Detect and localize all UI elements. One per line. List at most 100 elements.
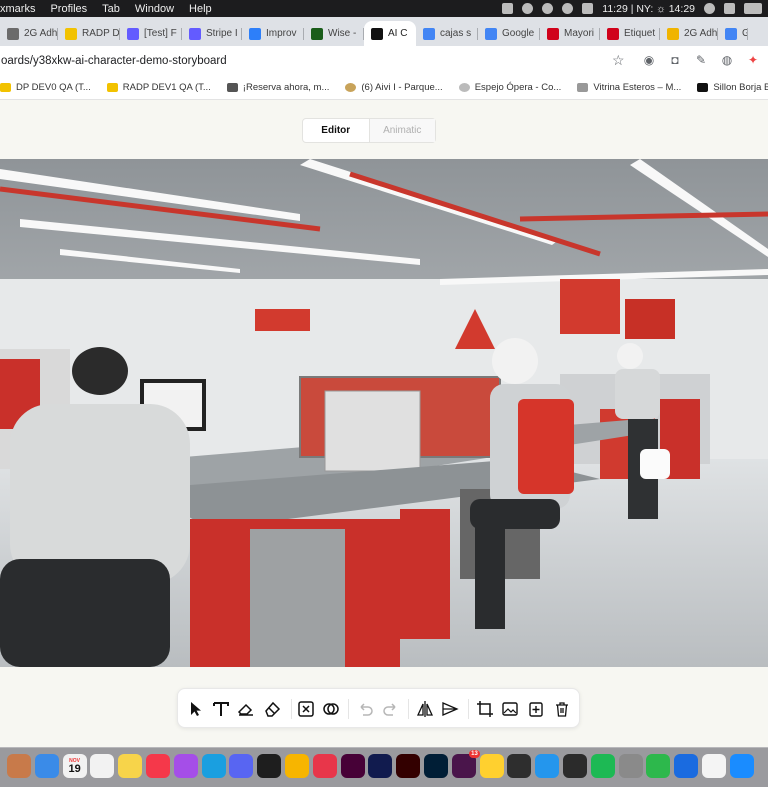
figma-icon[interactable]	[257, 754, 282, 778]
send-icon	[442, 702, 459, 716]
menu-list: xmarks Profiles Tab Window Help	[0, 3, 212, 15]
video-icon[interactable]	[582, 3, 594, 14]
menu-help[interactable]: Help	[189, 3, 212, 15]
photoshop-icon[interactable]	[424, 754, 448, 778]
skype-icon[interactable]	[201, 754, 226, 778]
bookmark-label: Vitrina Esteros – M...	[593, 82, 682, 93]
app-store-icon[interactable]	[729, 754, 754, 778]
extension-chat-icon[interactable]: ◉	[642, 53, 656, 67]
terminal-icon[interactable]	[563, 754, 587, 778]
brush-eraser-tool[interactable]	[260, 697, 284, 721]
cursor-icon	[191, 702, 201, 716]
bookmark-item[interactable]: Espejo Ópera - Co...	[458, 82, 562, 93]
tab-label: AI C	[388, 28, 408, 39]
editor-tab[interactable]: Editor	[303, 119, 370, 142]
extension-circle-icon[interactable]: ◍	[720, 53, 734, 67]
browser-tab[interactable]: G	[718, 21, 748, 46]
google-icon	[423, 27, 435, 40]
crop-tool[interactable]	[473, 697, 497, 721]
notes-icon[interactable]	[118, 754, 143, 778]
bookmark-item[interactable]: Sillon Borja Boucle...	[697, 82, 768, 93]
send-tool[interactable]	[438, 697, 462, 721]
bookmark-label: Sillon Borja Boucle...	[713, 82, 768, 93]
undo-button[interactable]	[353, 697, 377, 721]
cloud-icon[interactable]	[522, 3, 534, 14]
remove-object-tool[interactable]	[294, 697, 318, 721]
bookmark-item[interactable]: ¡Reserva ahora, m...	[226, 82, 330, 93]
pen-icon[interactable]: ✎	[694, 53, 708, 67]
replace-image-tool[interactable]	[498, 697, 522, 721]
browser-tab[interactable]: cajas s	[416, 21, 478, 46]
spotify-icon[interactable]	[590, 754, 615, 778]
eraser-tool[interactable]	[234, 697, 258, 721]
illustrator-icon[interactable]	[396, 754, 421, 778]
browser-tab[interactable]: Wise -	[304, 21, 364, 46]
calendar-icon[interactable]: NOV 19	[62, 754, 87, 778]
menu-window[interactable]: Window	[135, 3, 174, 15]
bookmark-star-icon[interactable]: ☆	[612, 52, 625, 69]
bluetooth-icon[interactable]	[724, 3, 735, 14]
bookmark-label: ¡Reserva ahora, m...	[242, 82, 330, 93]
url-field[interactable]: oards/y38xkw-ai-character-demo-storyboar…	[0, 55, 227, 67]
animatic-tab[interactable]: Animatic	[369, 119, 435, 142]
browser-tab[interactable]: Etiquet	[600, 21, 660, 46]
trash-icon	[556, 702, 568, 717]
browser-tab[interactable]: RADP D	[58, 21, 120, 46]
camera-icon[interactable]: ◘	[668, 53, 682, 67]
bookmark-label: Espejo Ópera - Co...	[474, 82, 562, 93]
battery-icon[interactable]	[744, 3, 762, 14]
menu-tab[interactable]: Tab	[102, 3, 120, 15]
browser-tab[interactable]: 2G Adh	[0, 21, 58, 46]
music-icon[interactable]	[146, 754, 170, 778]
select-tool[interactable]	[184, 697, 208, 721]
tab-label: 2G Adh	[684, 28, 718, 39]
obs-icon[interactable]	[507, 754, 532, 778]
box-x-icon	[298, 701, 314, 717]
browser-tab[interactable]: [Test] F	[120, 21, 182, 46]
podcasts-icon[interactable]	[173, 754, 198, 778]
extension-color-icon[interactable]: ✦	[746, 53, 760, 67]
finder-icon[interactable]	[7, 754, 31, 778]
launchpad-icon[interactable]	[34, 754, 59, 778]
redo-button[interactable]	[379, 697, 403, 721]
bookmarks-bar: DP DEV0 QA (T... RADP DEV1 QA (T... ¡Reser…	[0, 76, 768, 100]
sketch-icon[interactable]	[285, 754, 309, 778]
toolbar-divider	[291, 699, 292, 719]
combine-tool[interactable]	[319, 697, 343, 721]
menu-profiles[interactable]: Profiles	[50, 3, 87, 15]
textedit-icon[interactable]	[702, 754, 726, 778]
bookmark-item[interactable]: DP DEV0 QA (T...	[0, 82, 91, 93]
main-image[interactable]	[0, 159, 768, 667]
record-icon[interactable]	[562, 3, 574, 14]
grid-icon[interactable]	[502, 3, 514, 14]
rush-icon[interactable]	[368, 754, 393, 778]
text-tool[interactable]	[209, 697, 233, 721]
docker-icon[interactable]	[535, 754, 560, 778]
browser-tab[interactable]: Google	[478, 21, 540, 46]
xd-icon[interactable]	[340, 754, 365, 778]
browser-tab[interactable]: AI C✕	[364, 21, 416, 46]
creative-cloud-icon[interactable]	[312, 754, 337, 778]
play-icon[interactable]	[704, 3, 715, 14]
browser-tab[interactable]: Improv	[242, 21, 304, 46]
bookmark-item[interactable]: RADP DEV1 QA (T...	[106, 82, 211, 93]
flip-horizontal-tool[interactable]	[413, 697, 437, 721]
add-frame-tool[interactable]	[524, 697, 548, 721]
menu-bookmarks[interactable]: xmarks	[0, 3, 35, 15]
browser-tab[interactable]: Mayori	[540, 21, 600, 46]
browser-tab[interactable]: 2G Adh	[660, 21, 718, 46]
delete-tool[interactable]	[550, 697, 574, 721]
keynote-icon[interactable]	[674, 754, 699, 778]
discord-icon[interactable]	[229, 754, 254, 778]
calculator-icon[interactable]	[618, 754, 643, 778]
tab-label: 2G Adh	[24, 28, 58, 39]
bookmark-item[interactable]: Vitrina Esteros – M...	[577, 82, 681, 93]
miro-icon[interactable]	[479, 754, 504, 778]
slack-icon[interactable]: 13	[451, 750, 480, 778]
reminders-icon[interactable]	[90, 754, 115, 778]
numbers-icon[interactable]	[646, 754, 671, 778]
bookmark-item[interactable]: (6) Aivi I - Parque...	[345, 82, 443, 93]
clock-text[interactable]: 11:29 | NY: ☼ 14:29	[602, 3, 695, 15]
browser-tab[interactable]: Stripe I	[182, 21, 242, 46]
ghost-icon[interactable]	[542, 3, 554, 14]
